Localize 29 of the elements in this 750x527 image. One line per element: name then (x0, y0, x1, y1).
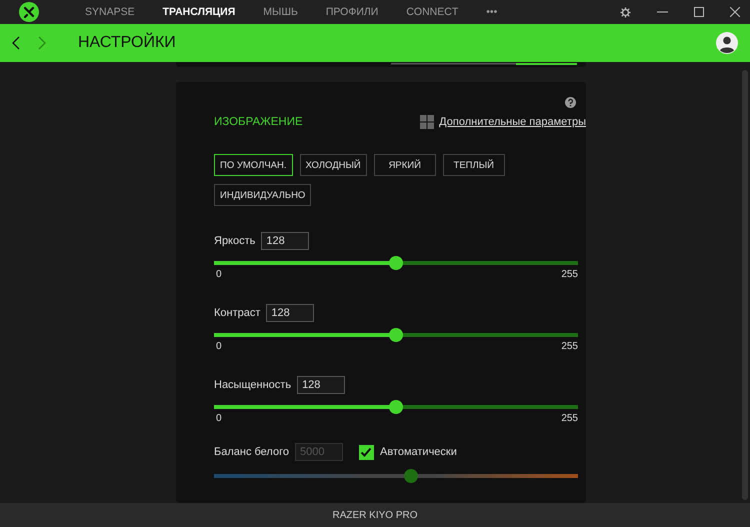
nav-tab[interactable]: ПРОФИЛИ (314, 6, 390, 18)
preset-button[interactable]: ЯРКИЙ (374, 154, 436, 176)
page-title: НАСТРОЙКИ (78, 34, 176, 52)
nav-tab[interactable]: ТРАНСЛЯЦИЯ (152, 6, 246, 18)
max-label: 255 (561, 269, 578, 280)
section-title: ИЗОБРАЖЕНИЕ (214, 116, 303, 128)
nav-tab[interactable]: SYNAPSE (74, 6, 146, 18)
device-name: RAZER KIYO PRO (332, 510, 418, 520)
nav-tab[interactable]: МЫШЬ (252, 6, 309, 18)
max-label: 255 (561, 413, 578, 424)
nav-tab[interactable]: CONNECT (395, 6, 470, 18)
preset-button[interactable]: ПО УМОЛЧАН. (214, 154, 292, 176)
advanced-settings-link[interactable]: Дополнительные параметры (439, 116, 586, 128)
max-label: 255 (561, 341, 578, 352)
setting-label: Баланс белого (214, 446, 289, 458)
preset-button[interactable]: ИНДИВИДУАЛЬНО (214, 184, 312, 206)
nav-tab[interactable]: ••• (475, 6, 508, 18)
slider-label: Яркость (214, 235, 256, 247)
checkbox-label: Автоматически (380, 446, 457, 458)
min-label: 0 (216, 269, 222, 280)
slider-label: Насыщенность (214, 379, 292, 391)
preset-button[interactable]: ТЕПЛЫЙ (442, 154, 505, 176)
min-label: 0 (216, 413, 222, 424)
value-field[interactable]: 128 (266, 304, 314, 322)
min-label: 0 (216, 341, 222, 352)
slider-label: Контраст (214, 307, 260, 319)
value-field[interactable]: 128 (261, 232, 310, 250)
preset-button[interactable]: ХОЛОДНЫЙ (300, 154, 367, 176)
value-field[interactable]: 128 (297, 376, 346, 394)
